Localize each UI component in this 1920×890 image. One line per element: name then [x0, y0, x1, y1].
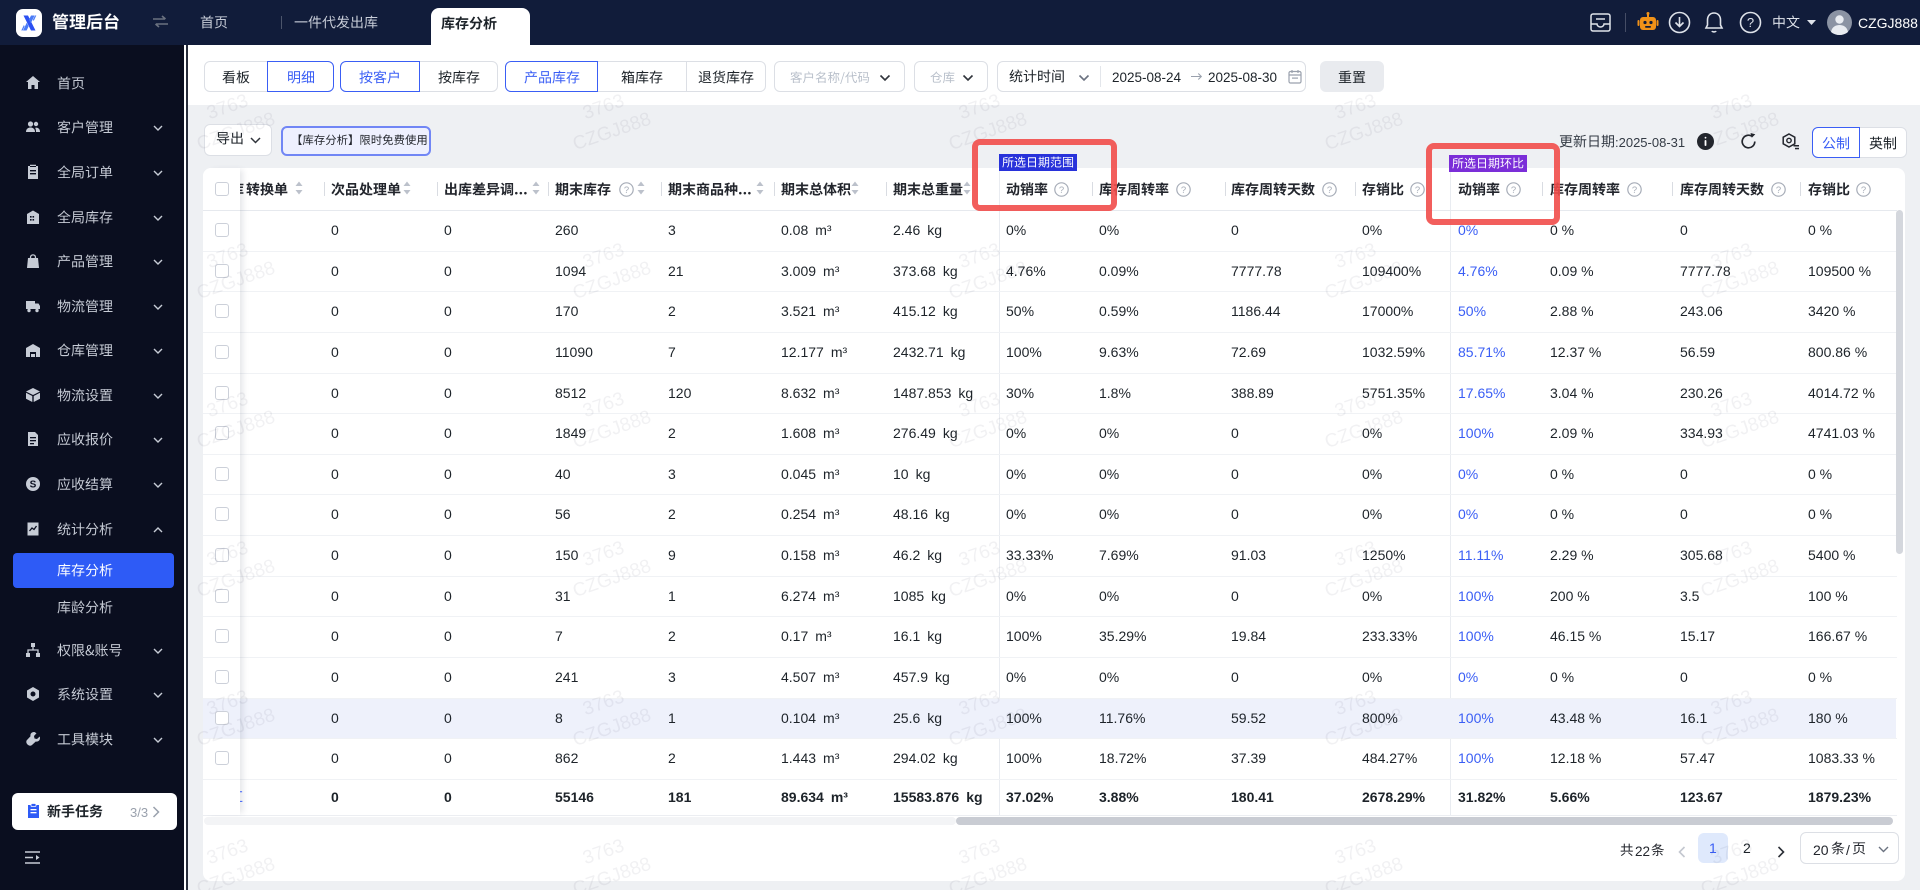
svg-text:?: ?	[624, 185, 629, 196]
svg-text:S: S	[30, 480, 37, 491]
svg-text:?: ?	[1415, 185, 1420, 196]
svg-text:?: ?	[1181, 185, 1186, 196]
svg-text:?: ?	[1861, 185, 1866, 196]
svg-text:?: ?	[1747, 15, 1754, 30]
svg-text:?: ?	[1776, 185, 1781, 196]
svg-text:?: ?	[1327, 185, 1332, 196]
svg-text:?: ?	[1632, 185, 1637, 196]
